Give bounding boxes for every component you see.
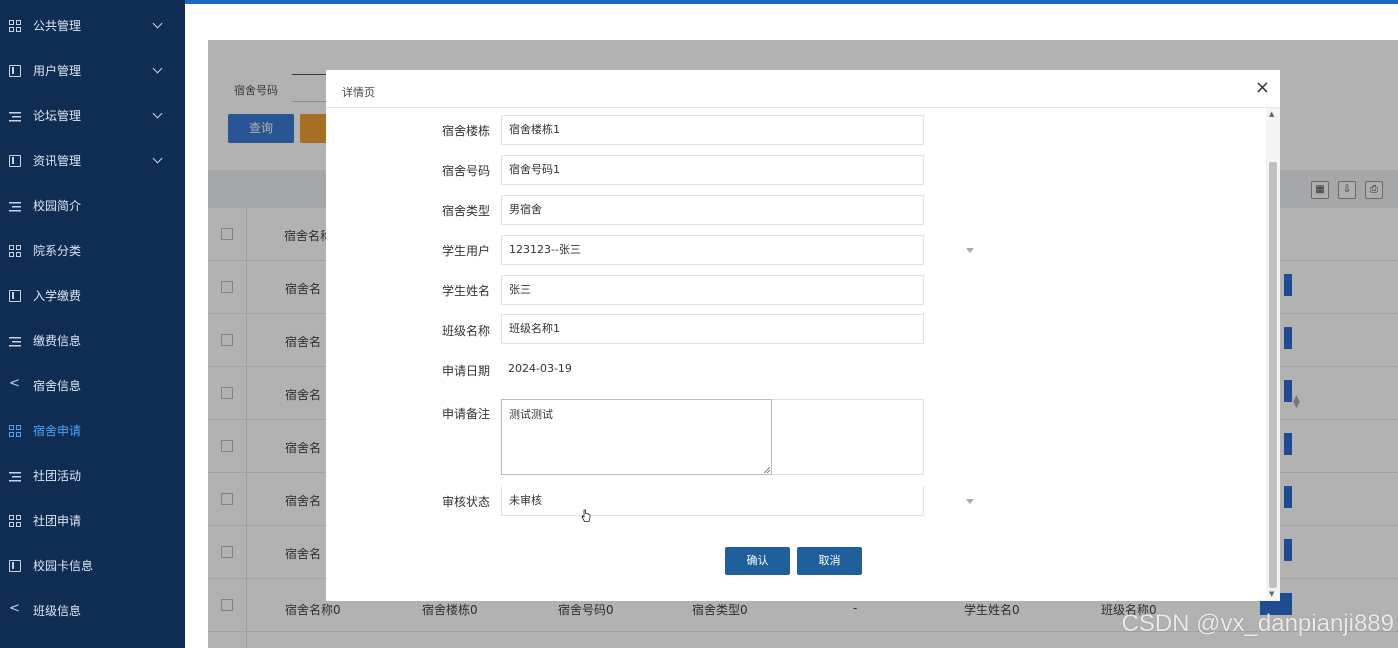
grid-icon [9,514,21,527]
sidebar-item[interactable]: 公共管理 [0,3,185,48]
sidebar-item[interactable]: 缴费信息 [0,318,185,363]
chevron-down-icon [966,499,974,504]
building-label: 宿舍楼栋 [441,124,490,138]
sidebar-item[interactable]: 社团申请 [0,498,185,543]
number-label: 宿舍号码 [441,164,490,178]
scroll-up-icon[interactable]: ▲ [1269,110,1274,118]
cancel-button[interactable]: 取消 [797,547,862,575]
grid-icon [9,19,21,32]
list-icon [9,469,21,482]
confirm-button[interactable]: 确认 [725,547,790,575]
book-icon [9,289,21,302]
share-icon [9,376,21,392]
sidebar-item[interactable]: 论坛管理 [0,93,185,138]
class-name-field[interactable]: 班级名称1 [501,314,924,344]
remark-textarea[interactable]: 测试测试 [501,399,772,475]
user-label: 学生用户 [441,244,490,258]
sidebar-item[interactable]: 资讯管理 [0,138,185,183]
sidebar-item-label: 资讯管理 [33,154,82,168]
sidebar: 公共管理用户管理论坛管理资讯管理校园简介院系分类入学缴费缴费信息宿舍信息宿舍申请… [0,0,185,648]
list-icon [9,334,21,347]
number-field[interactable]: 宿舍号码1 [501,155,924,185]
sidebar-item[interactable]: 校园简介 [0,183,185,228]
book-icon [9,559,21,572]
status-select-value: 未审核 [509,494,542,507]
user-select[interactable]: 123123--张三 [501,235,974,265]
chevron-down-icon [152,153,163,164]
grid-icon [9,424,21,437]
sidebar-item-label: 用户管理 [33,64,82,78]
book-icon [9,64,21,77]
hand-cursor-icon [581,509,591,522]
sidebar-item[interactable]: 院系分类 [0,228,185,273]
scroll-down-icon[interactable]: ▼ [1269,590,1274,598]
building-field[interactable]: 宿舍楼栋1 [501,115,924,145]
remark-field-frame [772,399,924,475]
chevron-down-icon [152,108,163,119]
chevron-down-icon [152,63,163,74]
sidebar-item-label: 宿舍申请 [33,424,82,438]
sidebar-item-label: 入学缴费 [33,289,82,303]
sidebar-item[interactable]: 班级信息 [0,588,185,633]
sidebar-item-label: 论坛管理 [33,109,82,123]
sidebar-item[interactable]: 入学缴费 [0,273,185,318]
sidebar-item-label: 校园卡信息 [33,559,94,573]
list-icon [9,199,21,212]
type-label: 宿舍类型 [441,204,490,218]
apply-date-value: 2024-03-19 [508,362,572,375]
sidebar-item-label: 社团活动 [33,469,82,483]
chevron-down-icon [152,18,163,29]
close-icon[interactable]: × [1255,78,1270,98]
sidebar-item[interactable]: 校园卡信息 [0,543,185,588]
sidebar-item-label: 校园简介 [33,199,82,213]
list-icon [9,109,21,122]
watermark: CSDN @vx_danpianji889 [1121,610,1394,637]
student-name-label: 学生姓名 [441,284,490,298]
chevron-down-icon [966,248,974,253]
remark-label: 申请备注 [441,407,490,421]
sidebar-item[interactable]: 用户管理 [0,48,185,93]
type-field[interactable]: 男宿舍 [501,195,924,225]
book-icon [9,154,21,167]
status-label: 审核状态 [441,495,490,509]
dialog-divider [326,107,1280,108]
sidebar-item-label: 缴费信息 [33,334,82,348]
sidebar-item[interactable]: 社团活动 [0,453,185,498]
detail-dialog: 详情页 × 宿舍楼栋 宿舍楼栋1 宿舍号码 宿舍号码1 宿舍类型 男宿舍 学生用… [326,70,1280,601]
status-select[interactable]: 未审核 [501,486,974,516]
class-name-label: 班级名称 [441,324,490,338]
student-name-field[interactable]: 张三 [501,275,924,305]
sidebar-item[interactable]: 宿舍信息 [0,363,185,408]
dialog-title: 详情页 [342,86,375,99]
sidebar-item-label: 社团申请 [33,514,82,528]
sidebar-item-label: 班级信息 [33,604,82,618]
sidebar-item[interactable]: 宿舍申请 [0,408,185,453]
sidebar-item-label: 公共管理 [33,19,82,33]
sidebar-item-label: 院系分类 [33,244,82,258]
grid-icon [9,244,21,257]
user-select-value: 123123--张三 [509,243,581,256]
apply-date-label: 申请日期 [441,364,490,378]
sidebar-item-label: 宿舍信息 [33,379,82,393]
share-icon [9,601,21,617]
top-accent-bar [185,0,1398,4]
scrollbar-thumb[interactable] [1269,162,1277,588]
